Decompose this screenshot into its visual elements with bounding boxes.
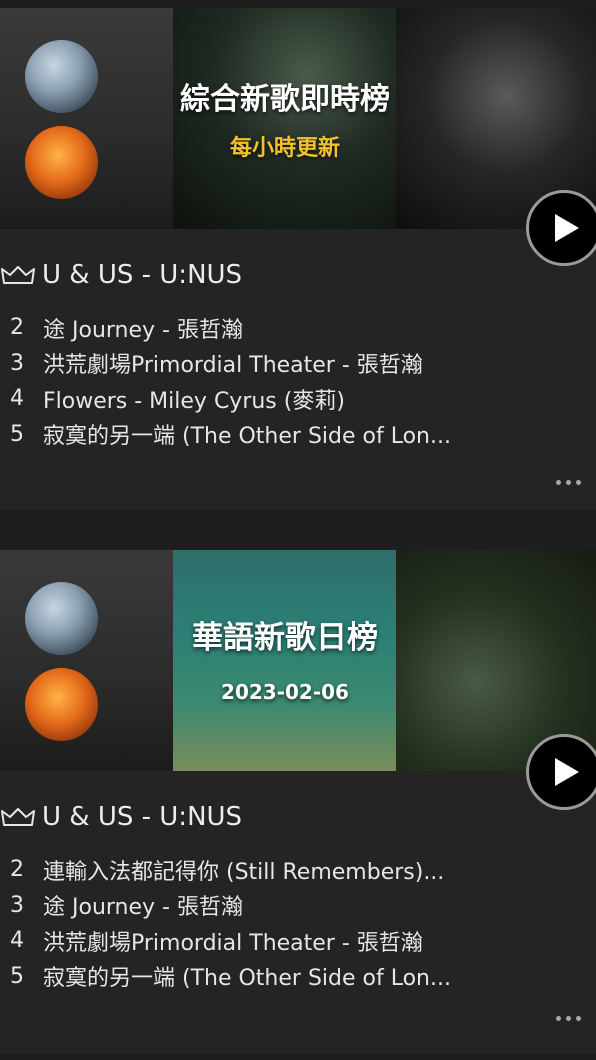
play-button[interactable] (526, 190, 596, 266)
song-title: 洪荒劇場Primordial Theater - 張哲瀚 (43, 353, 423, 379)
top-entry-label: U & US - U:NUS (42, 802, 243, 832)
play-icon (555, 214, 579, 242)
rank-number: 3 (10, 350, 24, 376)
song-title: 寂寞的另一端 (The Other Side of Lon... (43, 424, 451, 450)
dot (576, 480, 581, 485)
song-title: Flowers - Miley Cyrus (麥莉) (43, 388, 345, 414)
chart-card-mandarin-daily[interactable]: 華語新歌日榜 2023-02-06 U & US - U:NUS 2 連輸入法都… (0, 550, 596, 1054)
crown-icon (1, 808, 35, 826)
dot (566, 1016, 571, 1021)
album-art-still-remembers (173, 550, 396, 771)
dot (566, 480, 571, 485)
album-art-journey (173, 8, 396, 229)
chart-list: 2 連輸入法都記得你 (Still Remembers)... 3 途 Jour… (0, 852, 596, 994)
rank-number: 2 (10, 315, 24, 341)
chart-card-realtime[interactable]: 綜合新歌即時榜 每小時更新 U & US - U:NUS 2 途 Journey… (0, 8, 596, 510)
top-entry-label: U & US - U:NUS (42, 260, 243, 290)
chart-banner[interactable]: 綜合新歌即時榜 每小時更新 (0, 8, 596, 229)
dot (576, 1016, 581, 1021)
chart-list: 2 途 Journey - 張哲瀚 3 洪荒劇場Primordial Theat… (0, 310, 596, 452)
play-button[interactable] (526, 734, 596, 810)
top-entry[interactable]: U & US - U:NUS (0, 802, 242, 832)
song-title: 洪荒劇場Primordial Theater - 張哲瀚 (43, 930, 423, 956)
list-item[interactable]: 3 洪荒劇場Primordial Theater - 張哲瀚 (0, 346, 596, 382)
rank-number: 5 (10, 963, 24, 989)
rank-number: 3 (10, 892, 24, 918)
sun-image (25, 668, 98, 741)
play-icon (555, 758, 579, 786)
chart-title: 綜合新歌即時榜 (180, 82, 390, 117)
chart-banner[interactable]: 華語新歌日榜 2023-02-06 (0, 550, 596, 771)
dot (556, 1016, 561, 1021)
rank-number: 2 (10, 857, 24, 883)
crown-icon (1, 266, 35, 284)
more-dots-icon[interactable] (556, 1016, 581, 1021)
rank-number: 4 (10, 928, 24, 954)
list-item[interactable]: 5 寂寞的另一端 (The Other Side of Lon... (0, 417, 596, 453)
song-title: 途 Journey - 張哲瀚 (43, 895, 243, 921)
song-title: 途 Journey - 張哲瀚 (43, 317, 243, 343)
top-entry[interactable]: U & US - U:NUS (0, 260, 242, 290)
dot (556, 480, 561, 485)
list-item[interactable]: 2 途 Journey - 張哲瀚 (0, 310, 596, 346)
list-item[interactable]: 2 連輸入法都記得你 (Still Remembers)... (0, 852, 596, 888)
list-item[interactable]: 4 洪荒劇場Primordial Theater - 張哲瀚 (0, 923, 596, 959)
list-item[interactable]: 5 寂寞的另一端 (The Other Side of Lon... (0, 959, 596, 995)
rank-number: 5 (10, 421, 24, 447)
chart-title: 華語新歌日榜 (192, 620, 378, 656)
song-title: 寂寞的另一端 (The Other Side of Lon... (43, 966, 451, 992)
rank-number: 4 (10, 386, 24, 412)
list-item[interactable]: 4 Flowers - Miley Cyrus (麥莉) (0, 381, 596, 417)
chart-date: 2023-02-06 (221, 680, 349, 704)
more-dots-icon[interactable] (556, 480, 581, 485)
album-art-unus (0, 550, 173, 771)
song-title: 連輸入法都記得你 (Still Remembers)... (43, 859, 445, 885)
chart-subtitle: 每小時更新 (229, 136, 340, 161)
album-art-unus (0, 8, 173, 229)
list-item[interactable]: 3 途 Journey - 張哲瀚 (0, 888, 596, 924)
